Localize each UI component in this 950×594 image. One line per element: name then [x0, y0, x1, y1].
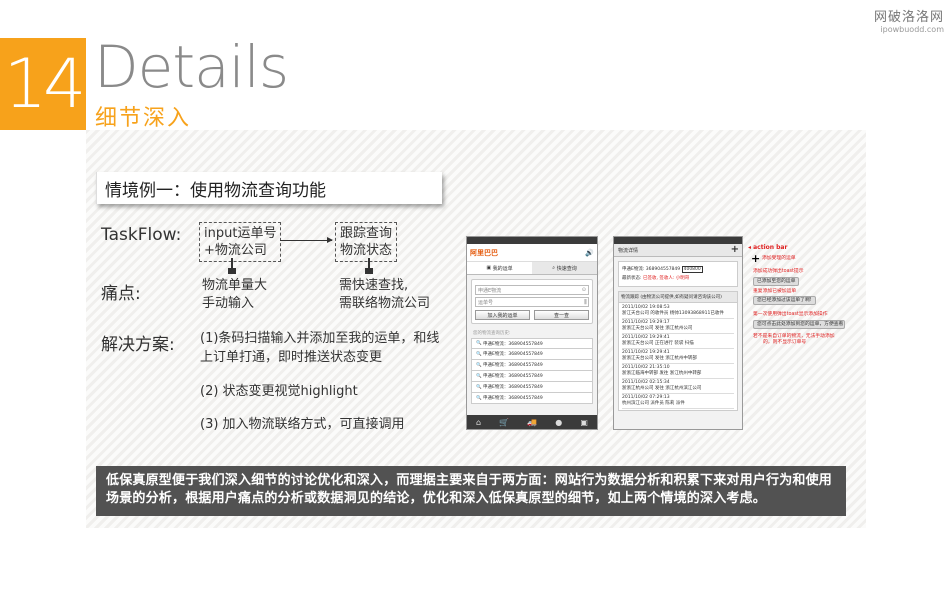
waybill-placeholder: 运单号: [478, 299, 494, 306]
waybill-number: 申通E物流: 368904557849: [622, 267, 681, 272]
phone-mockup-query: 阿里巴巴 🔊 ▣ 我的运单 ⌕ 快速查询 申通E物流 ⊙ 运单号 ||| 加入我的运…: [466, 236, 598, 430]
watermark: 网破洛洛网 ipowbuodd.com: [874, 6, 944, 34]
solution-item-3: (3) 加入物流联络方式，可直接调用: [200, 417, 405, 432]
action-bar-label: action bar: [753, 244, 788, 251]
add-waybill-button[interactable]: 加入我的运单: [475, 310, 530, 320]
history-item[interactable]: 🔍 申通E物流：368904557849: [471, 382, 593, 393]
plus-icon: +: [751, 252, 761, 265]
history-item[interactable]: 🔍 申通E物流：368904557849: [471, 349, 593, 360]
truck-icon[interactable]: 🚚: [527, 418, 537, 427]
scene-title: 情境例一：使用物流查询功能: [105, 181, 326, 201]
solution-label: 解决方案:: [101, 335, 175, 355]
pain-label: 痛点:: [101, 284, 141, 304]
tab-my-waybill[interactable]: ▣ 我的运单: [467, 262, 532, 274]
history-item[interactable]: 🔍 申通E物流：368904557849: [471, 360, 593, 371]
waybill-info: 申通E物流: 368904557849 400800 最新状态: 已签收, 签收…: [618, 261, 738, 287]
section-number: 14: [0, 38, 86, 130]
track-item: 2011/10/02 19:08:53 浙江天台公司 的收件员 杨帅130938…: [622, 304, 734, 319]
tab-my-waybill-label: 我的运单: [492, 265, 513, 272]
bottom-nav: ⌂ 🛒 🚚 ● ▣: [467, 415, 597, 429]
tab-quick-query[interactable]: ⌕ 快速查询: [532, 262, 597, 274]
query-button[interactable]: 查一查: [534, 310, 589, 320]
plus-icon[interactable]: +: [731, 244, 739, 255]
cart-icon[interactable]: 🛒: [499, 418, 509, 427]
section-title: Details: [94, 33, 289, 101]
track-item: 2011/10/02 19:29:41 浙浙江天台公司 正在进行 装袋 扫描: [622, 334, 734, 349]
toast-duplicate: 您已经添加过该运单了啊!: [753, 296, 816, 305]
alibaba-logo: 阿里巴巴: [470, 248, 498, 257]
footer-summary: 低保真原型便于我们深入细节的讨论优化和深入，而理据主要来自于两方面：网站行为数据…: [96, 466, 846, 516]
history-item-label: 申通E物流：368904557849: [483, 385, 543, 390]
section-subtitle: 细节深入: [95, 106, 192, 131]
solution-item-2: (2) 状态变更视觉highlight: [200, 384, 358, 399]
history-item-label: 申通E物流：368904557849: [483, 341, 543, 347]
pain-item-2: 需快速查找, 需联络物流公司: [339, 278, 431, 311]
folder-icon[interactable]: ▣: [580, 418, 588, 427]
history-item-label: 申通E物流：368904557849: [483, 396, 543, 401]
history-item[interactable]: 🔍 申通E物流：368904557849: [471, 338, 593, 349]
delivery-status: 已签收, 签收人: 小明哥: [642, 276, 690, 281]
history-item[interactable]: 🔍 申通E物流：368904557849: [471, 393, 593, 404]
company-select[interactable]: 申通E物流 ⊙: [475, 285, 589, 295]
pain-arrow-2: [365, 258, 373, 274]
query-card: 申通E物流 ⊙ 运单号 ||| 加入我的运单 查一查: [471, 279, 593, 324]
status-bar: [467, 237, 597, 244]
company-select-value: 申通E物流: [478, 287, 502, 294]
track-item: 2011/10/02 02:15:34 浙浙江杭州公司 发往 浙江杭州滨江公司: [622, 379, 734, 394]
pain-arrow-1: [228, 258, 236, 274]
taskflow-label: TaskFlow:: [101, 225, 182, 245]
track-item: 2011/10/02 19:29:17 浙浙江天台公司 发往 浙江杭州公司: [622, 319, 734, 334]
phone-number[interactable]: 400800: [681, 266, 703, 273]
circle-icon[interactable]: ●: [555, 418, 562, 427]
home-icon[interactable]: ⌂: [476, 418, 481, 427]
detail-title-bar: 物流详情 +: [614, 244, 742, 257]
history-title: 您的物流查询历史:: [473, 331, 511, 336]
track-item: 2011/10/02 19:29:41 浙浙江天台公司 发往 浙江杭州中转部: [622, 349, 734, 364]
annotation-2: 添加成功弹出toast提示: [753, 269, 804, 274]
track-list: 2011/10/02 19:08:53 浙江天台公司 的收件员 杨帅130938…: [618, 303, 738, 411]
taskflow-step-input: input运单号 +物流公司: [199, 222, 282, 262]
taskflow-arrow: [280, 237, 333, 243]
status-bar: [614, 237, 742, 244]
history-list: 🔍 申通E物流：368904557849 🔍 申通E物流：36890455784…: [471, 338, 593, 404]
history-item-label: 申通E物流：368904557849: [483, 374, 543, 379]
taskflow-step-track: 跟踪查询 物流状态: [335, 222, 398, 262]
track-item: 2011/10/02 21:35:10 浙浙江临海中转部 发往 浙江杭州中转部: [622, 364, 734, 379]
solution-item-1: (1)条码扫描输入并添加至我的运单，和线 上订单打通，即时推送状态变更: [200, 331, 440, 365]
waybill-input[interactable]: 运单号 |||: [475, 297, 589, 307]
phone-mockup-detail: 物流详情 + 申通E物流: 368904557849 400800 最新状态: …: [613, 236, 743, 430]
watermark-text: 网破洛洛网: [873, 10, 944, 25]
speaker-icon[interactable]: 🔊: [585, 249, 594, 257]
status-prefix: 最新状态:: [622, 276, 642, 281]
annotation-3: 重复添加已被加运单: [753, 289, 797, 294]
tab-bar: ▣ 我的运单 ⌕ 快速查询: [467, 262, 597, 275]
scene-banner: 情境例一：使用物流查询功能: [96, 172, 442, 204]
track-item: 2011/10/02 07:29:13 杭州滨江公司 派件员 陈莉 派件: [622, 394, 734, 409]
chevron-down-icon: ⊙: [581, 287, 586, 293]
history-item[interactable]: 🔍 申通E物流：368904557849: [471, 371, 593, 382]
barcode-icon[interactable]: |||: [584, 299, 587, 305]
annotation-1: 添加受理的运单: [762, 256, 796, 261]
history-item-label: 申通E物流：368904557849: [483, 352, 543, 357]
history-item-label: 申通E物流：368904557849: [483, 363, 543, 368]
annotation-5b: 的，则不显示订单号: [763, 340, 807, 345]
toast-first-use: 您可点击此处添加到您的运单，方便查看!: [753, 320, 845, 329]
track-header: 物流跟踪 (由物流公司提供,如有疑问请咨询该公司): [618, 291, 738, 303]
action-bar-note: ◂ action bar: [748, 244, 788, 251]
detail-title: 物流详情: [618, 247, 639, 254]
logo-row: 阿里巴巴 🔊: [467, 244, 597, 262]
watermark-url: ipowbuodd.com: [880, 25, 944, 34]
pain-item-1: 物流单量大 手动输入: [202, 278, 268, 311]
tab-quick-query-label: 快速查询: [556, 265, 577, 272]
query-buttons: 加入我的运单 查一查: [475, 310, 589, 320]
toast-added: 已添加至您的运单: [753, 277, 800, 286]
annotation-4: 第一次使用弹出toast显示添加操作: [753, 312, 828, 317]
